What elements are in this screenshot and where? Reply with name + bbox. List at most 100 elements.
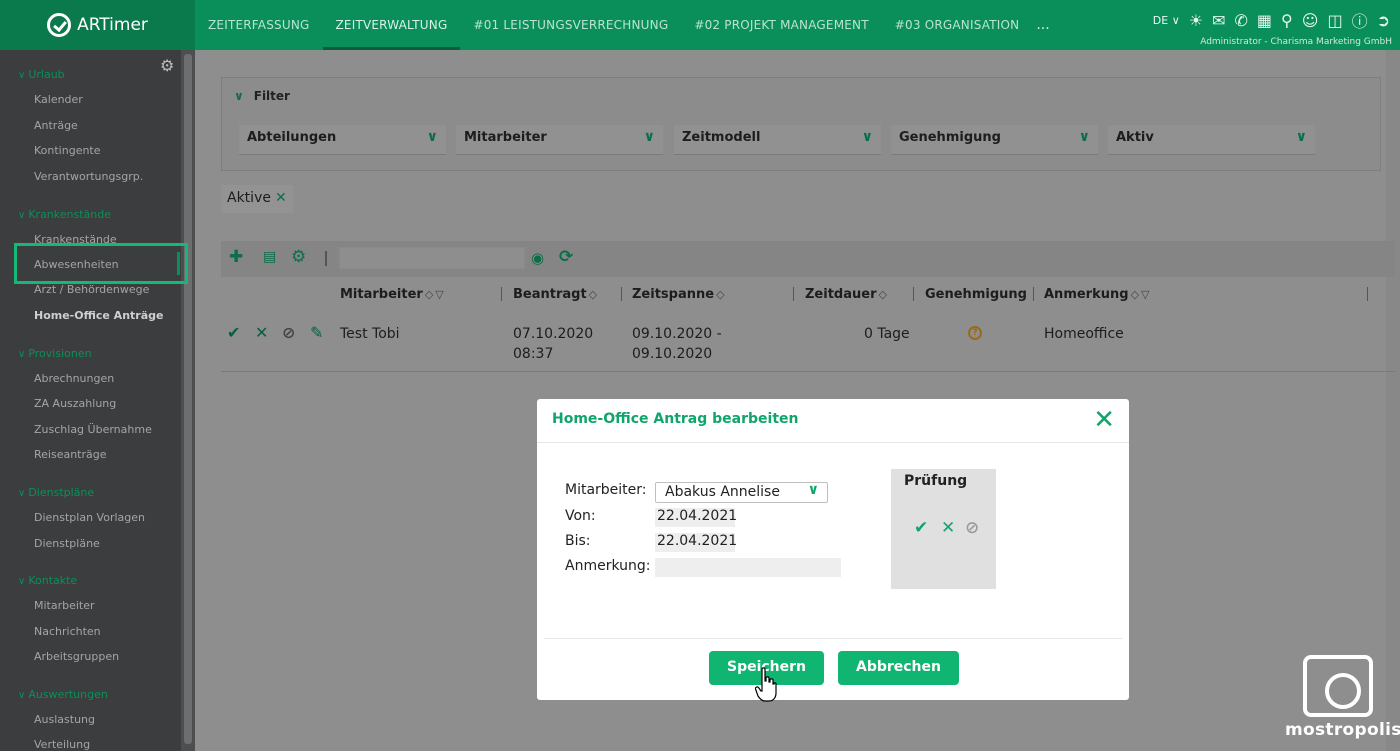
chat-icon[interactable]: ☺: [1302, 11, 1319, 30]
filter-zeitmodell[interactable]: Zeitmodell ∨: [674, 125, 881, 155]
content-scrollbar[interactable]: [1386, 50, 1400, 751]
col-beantragt[interactable]: Beantragt ◇: [513, 287, 597, 302]
reject-icon[interactable]: ✕: [941, 518, 955, 538]
sun-icon[interactable]: ☀: [1189, 11, 1203, 30]
sidebar-item-reiseantraege[interactable]: Reiseanträge: [34, 448, 107, 461]
filter-aktiv[interactable]: Aktiv ∨: [1108, 125, 1315, 155]
filter-abteilungen[interactable]: Abteilungen ∨: [239, 125, 446, 155]
column-resizer[interactable]: [621, 287, 622, 301]
sidebar-item-home-office-antraege[interactable]: Home-Office Anträge: [34, 309, 163, 322]
row-divider: [221, 371, 1395, 372]
approve-icon[interactable]: ✔: [227, 323, 240, 342]
app-logo[interactable]: ARTimer: [0, 0, 195, 50]
close-icon[interactable]: ✕: [1093, 405, 1115, 435]
label-von: Von:: [565, 508, 596, 524]
nav-leistungsverrechnung[interactable]: #01 LEISTUNGSVERRECHNUNG: [460, 0, 681, 50]
cancel-button[interactable]: Abbrechen: [838, 651, 959, 685]
sidebar-group-auswertungen[interactable]: Auswertungen: [18, 688, 108, 701]
language-select[interactable]: DE ∨: [1153, 14, 1180, 27]
sidebar-group-dienstplaene[interactable]: Dienstpläne: [18, 486, 94, 499]
toolbar-divider: [325, 251, 327, 266]
logout-icon[interactable]: ➲: [1377, 11, 1390, 30]
column-resizer[interactable]: [913, 287, 914, 301]
cancel-icon[interactable]: ⊘: [282, 323, 295, 342]
sidebar-item-dienstplan-vorlagen[interactable]: Dienstplan Vorlagen: [34, 511, 145, 524]
sidebar-item-nachrichten[interactable]: Nachrichten: [34, 625, 101, 638]
col-genehmigung[interactable]: Genehmigung: [925, 287, 1027, 302]
edit-pencil-icon[interactable]: ✎: [310, 323, 323, 342]
bis-date-field[interactable]: 22.04.2021: [655, 533, 737, 552]
nav-zeitverwaltung[interactable]: ZEITVERWALTUNG: [322, 0, 461, 50]
add-icon[interactable]: ✚: [229, 247, 243, 267]
remove-filter-icon[interactable]: ✕: [275, 190, 287, 206]
cell-anmerkung: Homeoffice: [1044, 326, 1124, 342]
edit-dialog: Home-Office Antrag bearbeiten ✕ Mitarbei…: [537, 399, 1129, 700]
col-anmerkung[interactable]: Anmerkung ◇ ▽: [1044, 287, 1150, 302]
sidebar-group-urlaub[interactable]: Urlaub: [18, 68, 64, 81]
nav-zeiterfassung[interactable]: ZEITERFASSUNG: [195, 0, 323, 50]
export-excel-icon[interactable]: ▤: [263, 249, 276, 265]
column-resizer[interactable]: [1033, 287, 1034, 301]
mail-icon[interactable]: ✉: [1212, 11, 1225, 30]
sidebar-group-kontakte[interactable]: Kontakte: [18, 574, 77, 587]
chevron-down-icon: ∨: [807, 482, 819, 498]
von-date-field[interactable]: 22.04.2021: [655, 508, 737, 527]
cell-beantragt-date: 07.10.2020: [513, 326, 594, 342]
sidebar-group-provisionen[interactable]: Provisionen: [18, 347, 91, 360]
hand-cursor-icon: [755, 667, 777, 702]
sidebar-item-arbeitsgruppen[interactable]: Arbeitsgruppen: [34, 650, 119, 663]
sidebar-item-mitarbeiter[interactable]: Mitarbeiter: [34, 599, 95, 612]
sidebar-item-arzt-behoerdenwege[interactable]: Arzt / Behördenwege: [34, 283, 149, 296]
search-input[interactable]: [339, 247, 525, 269]
sidebar-item-kalender[interactable]: Kalender: [34, 93, 83, 106]
anmerkung-input[interactable]: [655, 558, 841, 577]
sidebar-item-verteilung[interactable]: Verteilung: [34, 738, 90, 751]
pruefung-panel: Prüfung ✔ ✕ ⊘: [891, 469, 996, 589]
filter-toggle[interactable]: Filter: [234, 89, 290, 103]
mitarbeiter-select[interactable]: Abakus Annelise ∨: [655, 482, 828, 503]
cell-beantragt-time: 08:37: [513, 346, 554, 362]
nav-organisation[interactable]: #03 ORGANISATION: [882, 0, 1033, 50]
col-zeitspanne[interactable]: Zeitspanne ◇: [632, 287, 725, 302]
sidebar-item-kontingente[interactable]: Kontingente: [34, 144, 101, 157]
dialog-title: Home-Office Antrag bearbeiten: [552, 411, 799, 427]
eye-icon[interactable]: ◉: [531, 249, 544, 267]
cancel-icon[interactable]: ⊘: [965, 518, 979, 538]
sidebar: ⚙ Urlaub Kalender Anträge Kontingente Ve…: [0, 50, 181, 751]
nav-more-button[interactable]: ...: [1032, 0, 1053, 50]
refresh-icon[interactable]: ⟳: [559, 247, 573, 267]
sidebar-item-antraege[interactable]: Anträge: [34, 119, 78, 132]
col-zeitdauer[interactable]: Zeitdauer ◇: [805, 287, 887, 302]
book-icon[interactable]: ◫: [1327, 11, 1342, 30]
column-resizer[interactable]: [793, 287, 794, 301]
sidebar-scrollbar[interactable]: [181, 50, 195, 751]
sidebar-item-auslastung[interactable]: Auslastung: [34, 713, 95, 726]
key-icon[interactable]: ⚲: [1281, 11, 1293, 30]
reject-icon[interactable]: ✕: [255, 323, 268, 342]
sidebar-item-abrechnungen[interactable]: Abrechnungen: [34, 372, 114, 385]
column-resizer[interactable]: [501, 287, 502, 301]
sidebar-item-dienstplaene[interactable]: Dienstpläne: [34, 537, 100, 550]
sidebar-group-krankenstaende[interactable]: Krankenstände: [18, 208, 111, 221]
header-icons: DE ∨ ☀ ✉ ✆ ▦ ⚲ ☺ ◫ ⓘ ➲: [1153, 8, 1390, 32]
cell-zeitspanne-to: 09.10.2020: [632, 346, 713, 362]
filter-panel: Filter Abteilungen∨ Mitarbeiter∨ Zeitmod…: [221, 77, 1381, 171]
filter-mitarbeiter[interactable]: Mitarbeiter ∨: [456, 125, 663, 155]
filter-genehmigung[interactable]: Genehmigung ∨: [891, 125, 1098, 155]
column-resizer[interactable]: [1367, 287, 1368, 301]
pending-status-icon: ?: [968, 326, 982, 340]
gear-icon[interactable]: ⚙: [160, 56, 174, 75]
phone-icon[interactable]: ✆: [1235, 11, 1248, 30]
nav-projekt-management[interactable]: #02 PROJEKT MANAGEMENT: [681, 0, 881, 50]
sidebar-item-za-auszahlung[interactable]: ZA Auszahlung: [34, 397, 116, 410]
label-bis: Bis:: [565, 533, 591, 549]
cell-zeitdauer: 0 Tage: [864, 326, 910, 342]
sidebar-scroll-thumb[interactable]: [184, 54, 192, 744]
approve-icon[interactable]: ✔: [914, 518, 928, 538]
help-icon[interactable]: ⓘ: [1352, 8, 1368, 32]
sidebar-item-verantwortungsgrp[interactable]: Verantwortungsgrp.: [34, 170, 143, 183]
col-mitarbeiter[interactable]: Mitarbeiter ◇ ▽: [340, 287, 444, 302]
settings-icon[interactable]: ⚙: [291, 247, 306, 267]
sidebar-item-zuschlag-uebernahme[interactable]: Zuschlag Übernahme: [34, 423, 152, 436]
note-icon[interactable]: ▦: [1257, 11, 1272, 30]
